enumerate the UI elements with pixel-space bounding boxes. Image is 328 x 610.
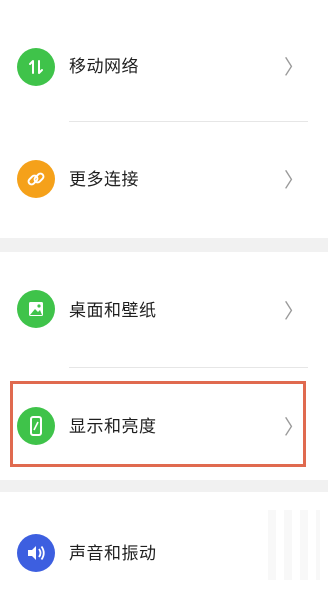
settings-item-label: 桌面和壁纸 — [69, 301, 157, 321]
settings-item-desktop-wallpaper[interactable]: 桌面和壁纸 〉 — [0, 250, 328, 368]
settings-item-label: 声音和振动 — [69, 544, 157, 564]
chevron-right-icon: 〉 — [284, 55, 304, 79]
settings-item-more-connections[interactable]: 更多连接 〉 — [0, 122, 328, 240]
mobile-network-icon — [17, 48, 55, 86]
highlight-box — [10, 381, 306, 467]
section-separator — [0, 480, 328, 492]
chevron-right-icon: 〉 — [284, 168, 304, 192]
sound-vibration-icon — [17, 534, 55, 572]
chevron-right-icon: 〉 — [284, 299, 304, 323]
settings-item-mobile-network[interactable]: 移动网络 〉 — [0, 8, 328, 126]
link-icon — [17, 160, 55, 198]
wallpaper-icon — [17, 290, 55, 328]
settings-item-label: 更多连接 — [69, 170, 139, 190]
blur-artifact — [268, 510, 320, 580]
settings-item-label: 移动网络 — [69, 57, 139, 77]
